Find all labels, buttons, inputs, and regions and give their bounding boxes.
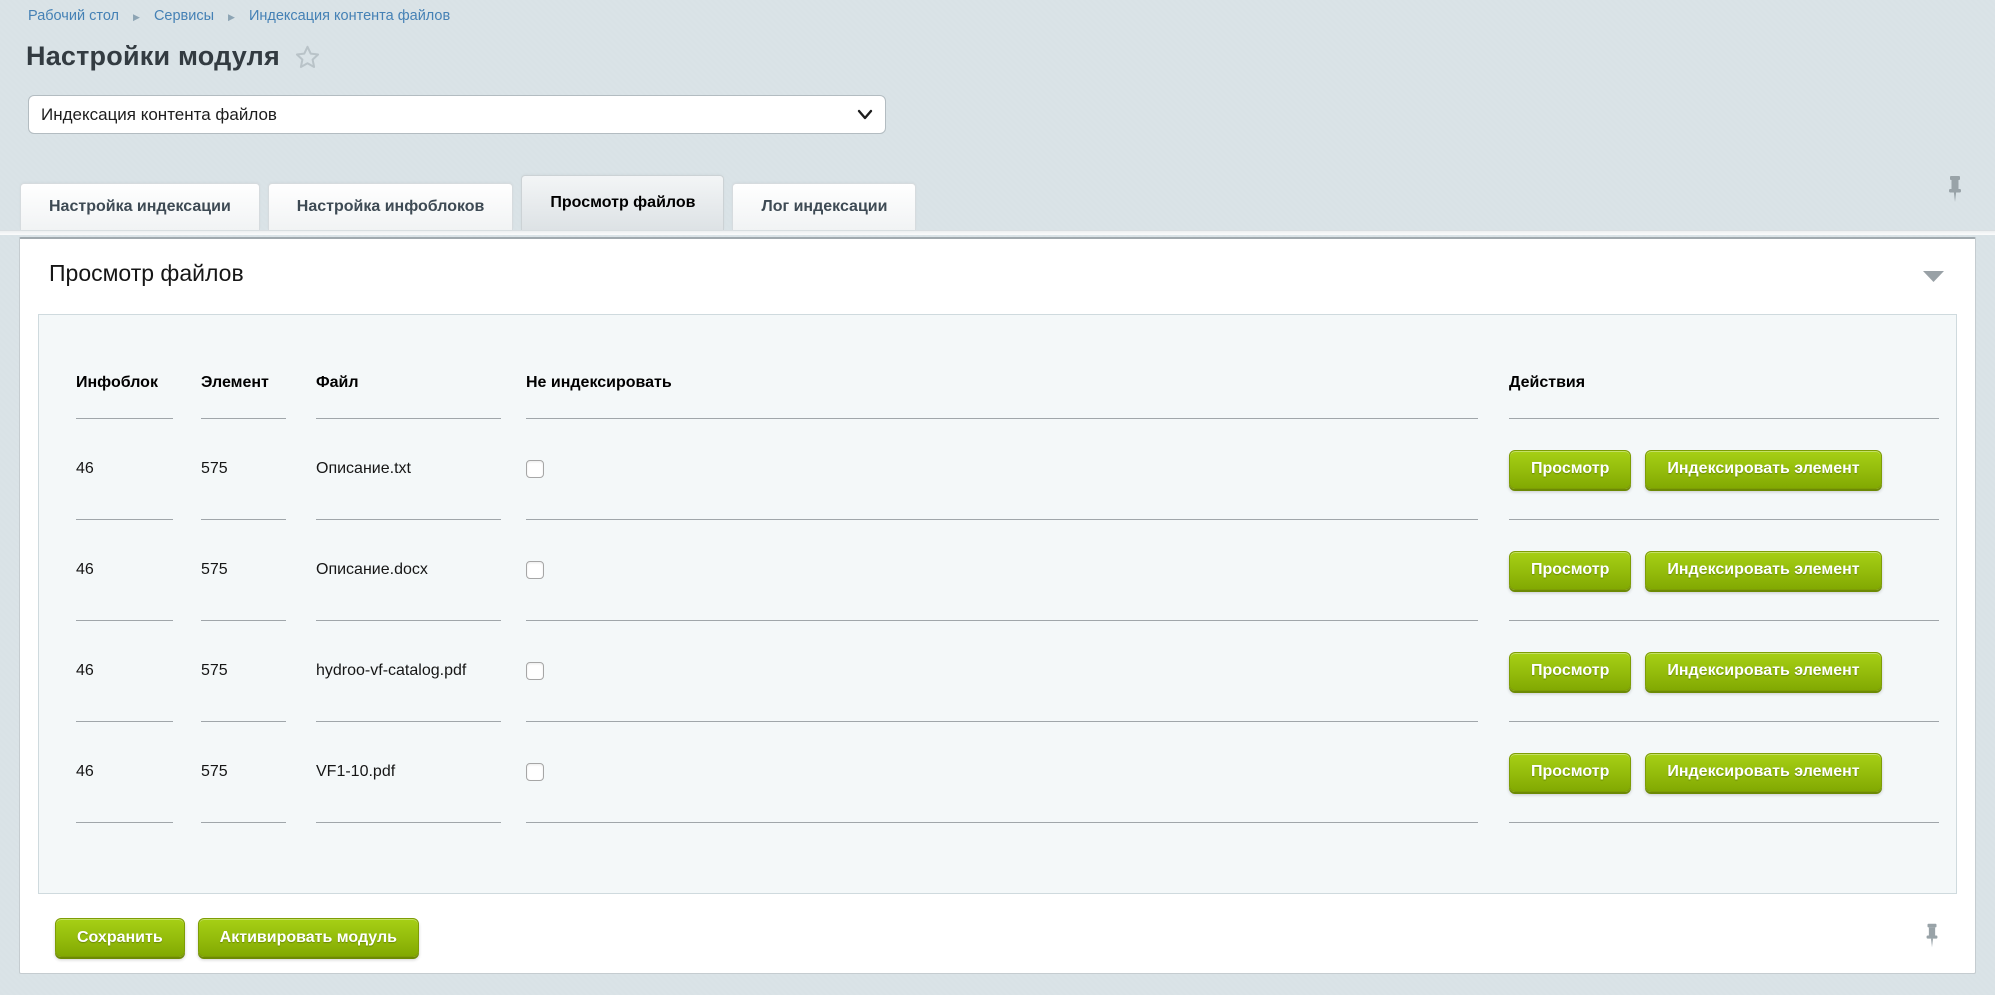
panel-footer: Сохранить Активировать модуль xyxy=(55,918,1975,957)
cell-no-index xyxy=(526,722,1478,823)
favorite-star-icon[interactable] xyxy=(294,44,321,70)
table-body: 46 575 Описание.txt Просмотр Индексирова… xyxy=(76,419,1956,823)
cell-element: 575 xyxy=(201,722,286,823)
index-element-button[interactable]: Индексировать элемент xyxy=(1645,551,1881,590)
no-index-checkbox[interactable] xyxy=(526,763,544,781)
no-index-checkbox[interactable] xyxy=(526,662,544,680)
cell-element: 575 xyxy=(201,419,286,520)
tab-infoblock-settings[interactable]: Настройка инфоблоков xyxy=(268,183,514,230)
cell-no-index xyxy=(526,419,1478,520)
module-select-wrap: Индексация контента файлов xyxy=(28,95,886,134)
tab-strip-divider xyxy=(0,230,1995,235)
tab-bar: Настройка индексации Настройка инфоблоко… xyxy=(0,173,1995,230)
view-button[interactable]: Просмотр xyxy=(1509,652,1631,691)
index-element-button[interactable]: Индексировать элемент xyxy=(1645,753,1881,792)
table-row: 46 575 Описание.txt Просмотр Индексирова… xyxy=(76,419,1956,520)
column-header-file: Файл xyxy=(316,315,501,419)
page-title: Настройки модуля xyxy=(26,41,280,72)
cell-actions: Просмотр Индексировать элемент xyxy=(1509,419,1939,520)
breadcrumb-link-desktop[interactable]: Рабочий стол xyxy=(28,8,119,24)
files-table-container: Инфоблок Элемент Файл Не индексировать Д… xyxy=(38,314,1957,894)
cell-actions: Просмотр Индексировать элемент xyxy=(1509,520,1939,621)
cell-file: Описание.docx xyxy=(316,520,501,621)
breadcrumb: Рабочий стол ▶ Сервисы ▶ Индексация конт… xyxy=(0,0,1995,24)
cell-actions: Просмотр Индексировать элемент xyxy=(1509,621,1939,722)
breadcrumb-link-indexing[interactable]: Индексация контента файлов xyxy=(249,8,450,24)
no-index-checkbox[interactable] xyxy=(526,561,544,579)
activate-module-button[interactable]: Активировать модуль xyxy=(198,918,419,957)
cell-element: 575 xyxy=(201,520,286,621)
pin-icon[interactable] xyxy=(1945,173,1965,210)
table-row: 46 575 Описание.docx Просмотр Индексиров… xyxy=(76,520,1956,621)
cell-element: 575 xyxy=(201,621,286,722)
save-button[interactable]: Сохранить xyxy=(55,918,185,957)
column-header-element: Элемент xyxy=(201,315,286,419)
collapse-arrow-icon[interactable] xyxy=(1922,269,1945,284)
cell-infoblock: 46 xyxy=(76,419,173,520)
table-row: 46 575 VF1-10.pdf Просмотр Индексировать… xyxy=(76,722,1956,823)
view-button[interactable]: Просмотр xyxy=(1509,450,1631,489)
column-header-infoblock: Инфоблок xyxy=(76,315,173,419)
panel-title: Просмотр файлов xyxy=(20,239,1975,287)
page-header: Настройки модуля xyxy=(26,41,1995,72)
cell-file: Описание.txt xyxy=(316,419,501,520)
breadcrumb-link-services[interactable]: Сервисы xyxy=(154,8,214,24)
view-button[interactable]: Просмотр xyxy=(1509,551,1631,590)
index-element-button[interactable]: Индексировать элемент xyxy=(1645,450,1881,489)
module-select[interactable]: Индексация контента файлов xyxy=(28,95,886,134)
table-header-row: Инфоблок Элемент Файл Не индексировать Д… xyxy=(76,315,1956,419)
settings-panel: Просмотр файлов Инфоблок Элемент Файл Не… xyxy=(19,237,1976,974)
table-row: 46 575 hydroo-vf-catalog.pdf Просмотр Ин… xyxy=(76,621,1956,722)
pin-icon[interactable] xyxy=(1923,921,1941,955)
cell-file: hydroo-vf-catalog.pdf xyxy=(316,621,501,722)
cell-no-index xyxy=(526,621,1478,722)
cell-infoblock: 46 xyxy=(76,520,173,621)
breadcrumb-separator-icon: ▶ xyxy=(228,13,235,22)
tab-file-view[interactable]: Просмотр файлов xyxy=(521,175,724,230)
column-header-actions: Действия xyxy=(1509,315,1939,419)
no-index-checkbox[interactable] xyxy=(526,460,544,478)
cell-infoblock: 46 xyxy=(76,621,173,722)
cell-file: VF1-10.pdf xyxy=(316,722,501,823)
view-button[interactable]: Просмотр xyxy=(1509,753,1631,792)
cell-no-index xyxy=(526,520,1478,621)
cell-infoblock: 46 xyxy=(76,722,173,823)
column-header-no-index: Не индексировать xyxy=(526,315,1478,419)
cell-actions: Просмотр Индексировать элемент xyxy=(1509,722,1939,823)
tab-index-settings[interactable]: Настройка индексации xyxy=(20,183,260,230)
breadcrumb-separator-icon: ▶ xyxy=(133,13,140,22)
index-element-button[interactable]: Индексировать элемент xyxy=(1645,652,1881,691)
tab-index-log[interactable]: Лог индексации xyxy=(732,183,916,230)
